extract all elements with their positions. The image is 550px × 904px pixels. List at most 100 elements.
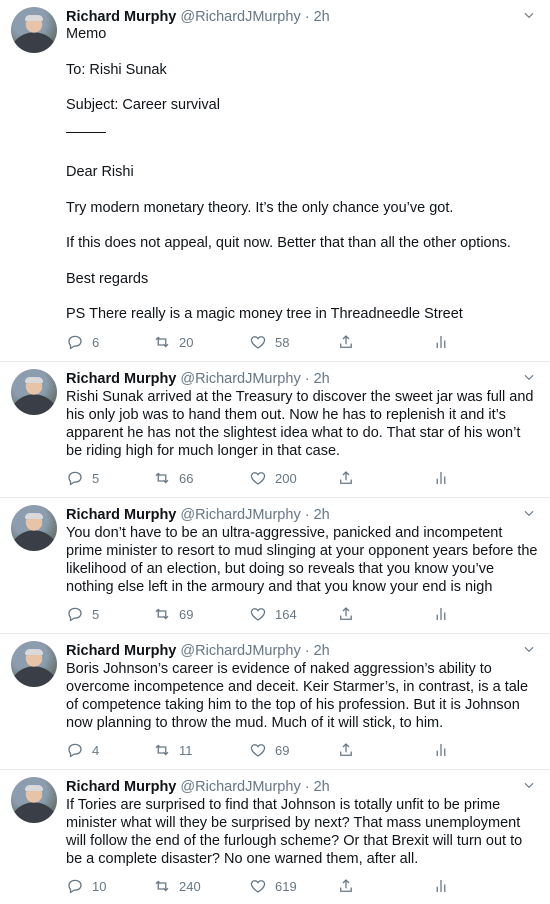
share-icon xyxy=(340,743,352,756)
analytics-button[interactable] xyxy=(432,333,450,351)
heart-icon xyxy=(250,608,266,621)
memo-line: Best regards xyxy=(66,271,149,287)
author-handle[interactable]: @RichardJMurphy xyxy=(180,779,300,795)
tweet-actions: 5 69 164 xyxy=(66,604,538,624)
tweet-header: Richard Murphy @RichardJMurphy · 2h xyxy=(66,642,330,660)
share-button[interactable] xyxy=(337,741,432,759)
analytics-button[interactable] xyxy=(432,741,450,759)
tweet-actions: 4 11 69 xyxy=(66,740,538,760)
tweet-5[interactable]: Richard Murphy @RichardJMurphy · 2h If T… xyxy=(0,770,550,904)
memo-line: If this does not appeal, quit now. Bette… xyxy=(66,235,511,251)
timestamp[interactable]: · 2h xyxy=(305,371,330,387)
like-button[interactable]: 58 xyxy=(249,333,337,351)
reply-button[interactable]: 5 xyxy=(66,469,153,487)
tweet-1[interactable]: Richard Murphy @RichardJMurphy · 2h Memo… xyxy=(0,0,550,362)
timestamp[interactable]: · 2h xyxy=(305,507,330,523)
avatar[interactable] xyxy=(11,7,57,53)
reply-button[interactable]: 4 xyxy=(66,741,153,759)
reply-count: 5 xyxy=(92,606,100,622)
retweet-icon xyxy=(155,608,169,620)
tweet-header: Richard Murphy @RichardJMurphy · 2h xyxy=(66,778,330,796)
reply-icon xyxy=(68,335,82,350)
like-button[interactable]: 69 xyxy=(249,741,337,759)
chevron-down-icon[interactable] xyxy=(522,778,536,792)
reply-button[interactable]: 5 xyxy=(66,605,153,623)
retweet-count: 66 xyxy=(179,470,194,486)
heart-icon xyxy=(250,472,266,485)
reply-icon xyxy=(68,607,82,622)
share-button[interactable] xyxy=(337,605,432,623)
chevron-down-icon[interactable] xyxy=(522,642,536,656)
analytics-button[interactable] xyxy=(432,605,450,623)
tweet-body: You don’t have to be an ultra-aggressive… xyxy=(66,525,538,595)
retweet-icon xyxy=(155,336,169,348)
chevron-down-icon[interactable] xyxy=(522,506,536,520)
like-count: 619 xyxy=(275,878,297,894)
chevron-down-icon[interactable] xyxy=(522,370,536,384)
retweet-count: 11 xyxy=(179,742,193,758)
retweet-button[interactable]: 240 xyxy=(153,877,249,895)
share-icon xyxy=(340,335,352,348)
timestamp[interactable]: · 2h xyxy=(305,643,330,659)
timestamp[interactable]: · 2h xyxy=(305,9,330,25)
like-button[interactable]: 619 xyxy=(249,877,337,895)
like-count: 200 xyxy=(275,470,297,486)
tweet-text: If Tories are surprised to find that Joh… xyxy=(66,796,538,868)
chevron-down-icon[interactable] xyxy=(522,8,536,22)
reply-icon xyxy=(68,743,82,758)
share-button[interactable] xyxy=(337,877,432,895)
retweet-button[interactable]: 20 xyxy=(153,333,249,351)
tweet-body: Rishi Sunak arrived at the Treasury to d… xyxy=(66,389,534,459)
retweet-button[interactable]: 11 xyxy=(153,741,249,759)
memo-line: Memo xyxy=(66,26,107,42)
retweet-button[interactable]: 66 xyxy=(153,469,249,487)
tweet-header: Richard Murphy @RichardJMurphy · 2h xyxy=(66,370,330,388)
author-name[interactable]: Richard Murphy xyxy=(66,779,176,795)
memo-line: PS There really is a magic money tree in… xyxy=(66,306,463,322)
share-icon xyxy=(340,471,352,484)
author-name[interactable]: Richard Murphy xyxy=(66,371,176,387)
retweet-count: 69 xyxy=(179,606,194,622)
tweet-header: Richard Murphy @RichardJMurphy · 2h xyxy=(66,506,330,524)
avatar[interactable] xyxy=(11,369,57,415)
memo-line: To: Rishi Sunak xyxy=(66,62,167,78)
tweet-text: Rishi Sunak arrived at the Treasury to d… xyxy=(66,388,538,460)
analytics-icon xyxy=(436,336,446,348)
author-name[interactable]: Richard Murphy xyxy=(66,9,176,25)
tweet-header: Richard Murphy @RichardJMurphy · 2h xyxy=(66,8,330,26)
timestamp[interactable]: · 2h xyxy=(305,779,330,795)
author-handle[interactable]: @RichardJMurphy xyxy=(180,507,300,523)
reply-button[interactable]: 6 xyxy=(66,333,153,351)
analytics-button[interactable] xyxy=(432,877,450,895)
analytics-button[interactable] xyxy=(432,469,450,487)
share-button[interactable] xyxy=(337,469,432,487)
reply-count: 10 xyxy=(92,878,107,894)
like-button[interactable]: 200 xyxy=(249,469,337,487)
retweet-count: 240 xyxy=(179,878,201,894)
analytics-icon xyxy=(436,880,446,892)
avatar[interactable] xyxy=(11,777,57,823)
author-handle[interactable]: @RichardJMurphy xyxy=(180,371,300,387)
tweet-text: Memo To: Rishi Sunak Subject: Career sur… xyxy=(66,25,538,323)
author-handle[interactable]: @RichardJMurphy xyxy=(180,9,300,25)
avatar[interactable] xyxy=(11,641,57,687)
retweet-icon xyxy=(155,472,169,484)
like-count: 164 xyxy=(275,606,297,622)
like-count: 58 xyxy=(275,334,290,350)
reply-button[interactable]: 10 xyxy=(66,877,153,895)
heart-icon xyxy=(250,336,266,349)
author-handle[interactable]: @RichardJMurphy xyxy=(180,643,300,659)
tweet-2[interactable]: Richard Murphy @RichardJMurphy · 2h Rish… xyxy=(0,362,550,498)
like-button[interactable]: 164 xyxy=(249,605,337,623)
tweet-4[interactable]: Richard Murphy @RichardJMurphy · 2h Bori… xyxy=(0,634,550,770)
avatar[interactable] xyxy=(11,505,57,551)
author-name[interactable]: Richard Murphy xyxy=(66,507,176,523)
retweet-button[interactable]: 69 xyxy=(153,605,249,623)
author-name[interactable]: Richard Murphy xyxy=(66,643,176,659)
tweet-3[interactable]: Richard Murphy @RichardJMurphy · 2h You … xyxy=(0,498,550,634)
tweet-text: You don’t have to be an ultra-aggressive… xyxy=(66,524,538,596)
reply-count: 5 xyxy=(92,470,100,486)
share-button[interactable] xyxy=(337,333,432,351)
reply-count: 6 xyxy=(92,334,100,350)
memo-line: Try modern monetary theory. It’s the onl… xyxy=(66,200,454,216)
